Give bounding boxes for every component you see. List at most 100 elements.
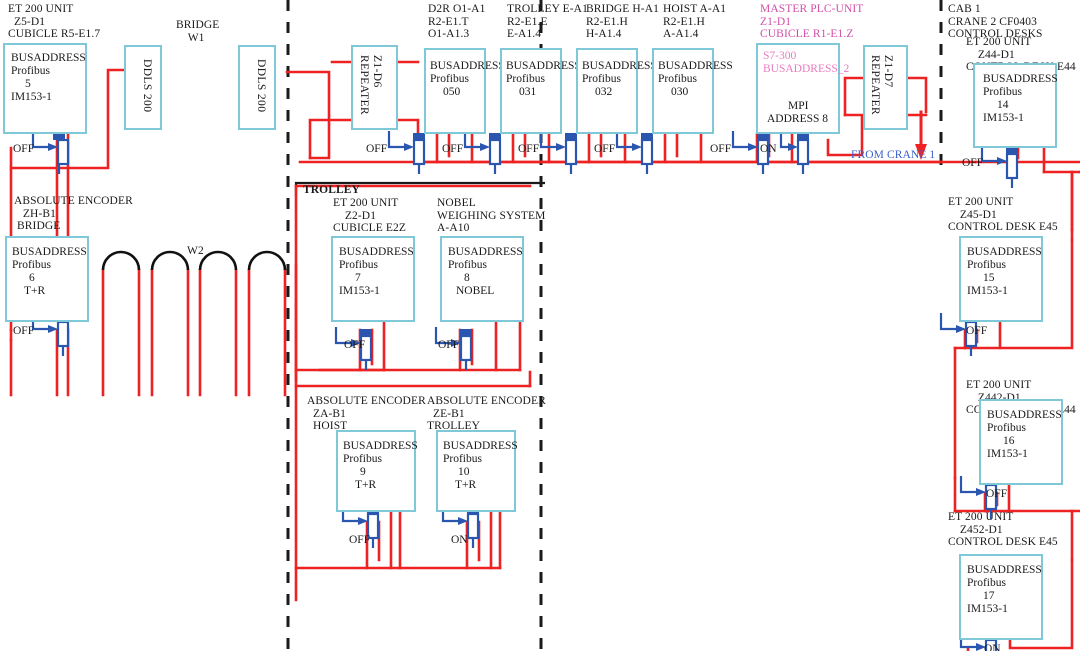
n032-busaddress-label: BUSADDRESS [582,60,657,72]
zeb1-type-label: T+R [455,479,477,491]
zab1-switch-state[interactable]: OFF [349,534,370,546]
z44-address-value: 14 [997,99,1009,111]
n050-busaddress-label: BUSADDRESS [430,60,505,72]
n050-switch-state[interactable]: OFF [366,143,387,155]
z5-module-label: IM153-1 [11,91,52,103]
zhb1-switch-state[interactable]: OFF [13,325,34,337]
caption-bridge-w1: BRIDGE W1 [176,19,220,44]
n031-busaddress-label: BUSADDRESS [506,60,581,72]
node-master-plc[interactable]: S7-300 BUSADDRESS_2 MPI ADDRESS 8 [756,43,849,134]
node-z442-d1[interactable]: BUSADDRESS Profibus 16 IM153-1 [979,399,1063,485]
z2-profibus-label: Profibus [339,259,378,271]
zeb1-address-value: 10 [458,466,470,478]
zhb1-profibus-label: Profibus [12,259,51,271]
z45-address-value: 15 [983,272,995,284]
repeater-d6-label: Z1-D6 REPEATER [358,55,383,116]
zhb1-type-label: T+R [24,285,46,297]
z5-profibus-label: Profibus [11,65,50,77]
n032-profibus-label: Profibus [582,73,621,85]
n030-address-value: 030 [671,86,689,98]
z452-busaddress-label: BUSADDRESS [967,564,1042,576]
caption-et200-z2: ET 200 UNIT Z2-D1 CUBICLE E2Z [333,197,406,235]
caption-nobel: NOBEL WEIGHING SYSTEM A-A10 [437,197,546,235]
ddls-left-label: DDLS 200 [141,59,153,113]
nobel-profibus-label: Profibus [448,259,487,271]
z45-profibus-label: Profibus [967,259,1006,271]
z44-module-label: IM153-1 [983,112,1024,124]
zhb1-busaddress-label: BUSADDRESS [12,246,87,258]
caption-et200-z5: ET 200 UNIT Z5-D1 CUBICLE R5-E1.7 [8,3,101,41]
caption-d2r: D2R O1-A1 R2-E1.T O1-A1.3 [428,3,486,41]
plc-model-label: S7-300 [763,50,797,62]
z452-profibus-label: Profibus [967,577,1006,589]
caption-master-plc: MASTER PLC-UNIT Z1-D1 CUBICLE R1-E1.Z [760,3,864,41]
node-ddls-200-left[interactable]: DDLS 200 [124,45,162,130]
z2-address-value: 7 [355,272,361,284]
node-za-b1[interactable]: BUSADDRESS Profibus 9 T+R [336,430,418,512]
node-z452-d1[interactable]: BUSADDRESS Profibus 17 IM153-1 [959,554,1043,640]
node-hoist-030[interactable]: BUSADDRESS Profibus 030 [652,48,733,134]
z442-switch-state[interactable]: OFF [986,488,1007,500]
z452-module-label: IM153-1 [967,603,1008,615]
zeb1-profibus-label: Profibus [443,453,482,465]
n050-profibus-label: Profibus [430,73,469,85]
plc-mpi-label: MPI [788,100,809,112]
caption-trolley-ea1: TROLLEY E-A1 R2-E1.E E-A1.4 [507,3,588,41]
n030-switch-state[interactable]: OFF [594,143,615,155]
node-nobel-a-a10[interactable]: BUSADDRESS Profibus 8 NOBEL [440,236,524,322]
nobel-address-value: 8 [464,272,470,284]
caption-abs-zab1: ABSOLUTE ENCODER ZA-B1 HOIST [307,395,426,433]
caption-abs-zhb1: ABSOLUTE ENCODER ZH-B1 BRIDGE [14,195,133,233]
zone-label-trolley: TROLLEY [303,184,360,196]
z452-address-value: 17 [983,590,995,602]
z44-busaddress-label: BUSADDRESS [983,73,1058,85]
diagram-canvas: ET 200 UNIT Z5-D1 CUBICLE R5-E1.7 BRIDGE… [0,0,1080,651]
zab1-type-label: T+R [355,479,377,491]
z2-switch-state[interactable]: OFF [344,339,365,351]
ddls-right-label: DDLS 200 [255,59,267,113]
plc-switch-off[interactable]: OFF [710,143,731,155]
node-zh-b1[interactable]: BUSADDRESS Profibus 6 T+R [5,236,89,322]
z442-address-value: 16 [1003,435,1015,447]
n031-address-value: 031 [519,86,537,98]
node-z2-d1[interactable]: BUSADDRESS Profibus 7 IM153-1 [331,236,415,322]
node-d2r-050[interactable]: BUSADDRESS Profibus 050 [424,48,505,134]
n030-profibus-label: Profibus [658,73,697,85]
caption-abs-zeb1: ABSOLUTE ENCODER ZE-B1 TROLLEY [427,395,546,433]
z45-switch-state[interactable]: OFF [966,325,987,337]
z452-switch-state[interactable]: ON [984,643,1001,651]
node-trolley-031[interactable]: BUSADDRESS Profibus 031 [500,48,581,134]
caption-et200-z45: ET 200 UNIT Z45-D1 CONTROL DESK E45 [948,196,1058,234]
caption-bridge-ha1: BRIDGE H-A1 R2-E1.H H-A1.4 [586,3,659,41]
plc-switch-on[interactable]: ON [760,143,777,155]
n032-switch-state[interactable]: OFF [518,143,539,155]
node-bridge-032[interactable]: BUSADDRESS Profibus 032 [576,48,657,134]
node-repeater-z1-d7[interactable]: Z1-D7 REPEATER [863,45,908,130]
z5-switch-state[interactable]: OFF [13,143,34,155]
node-ze-b1[interactable]: BUSADDRESS Profibus 10 T+R [436,430,518,512]
caption-et200-z452: ET 200 UNIT Z452-D1 CONTROL DESK E45 [948,511,1058,549]
z5-address-value: 5 [25,78,31,90]
zhb1-address-value: 6 [29,272,35,284]
n050-address-value: 050 [443,86,461,98]
z44-switch-state[interactable]: OFF [962,157,983,169]
node-repeater-z1-d6[interactable]: Z1-D6 REPEATER [351,45,398,130]
nobel-type-label: NOBEL [456,285,495,297]
zeb1-busaddress-label: BUSADDRESS [443,440,518,452]
zab1-profibus-label: Profibus [343,453,382,465]
festoon-label-w2: W2 [187,245,204,257]
n032-address-value: 032 [595,86,613,98]
nobel-switch-state[interactable]: OFF [438,339,459,351]
node-ddls-200-right[interactable]: DDLS 200 [238,45,276,130]
node-z5-d1[interactable]: BUSADDRESS Profibus 5 IM153-1 [3,43,87,134]
z2-busaddress-label: BUSADDRESS [339,246,414,258]
zeb1-switch-state[interactable]: ON [451,534,468,546]
z442-profibus-label: Profibus [987,422,1026,434]
node-z44-d1[interactable]: BUSADDRESS Profibus 14 IM153-1 [973,63,1058,148]
caption-hoist-aa1: HOIST A-A1 R2-E1.H A-A1.4 [663,3,727,41]
z2-module-label: IM153-1 [339,285,380,297]
zab1-busaddress-label: BUSADDRESS [343,440,418,452]
from-crane-label: FROM CRANE 1 [851,149,936,161]
n031-switch-state[interactable]: OFF [442,143,463,155]
node-z45-d1[interactable]: BUSADDRESS Profibus 15 IM153-1 [959,236,1043,322]
